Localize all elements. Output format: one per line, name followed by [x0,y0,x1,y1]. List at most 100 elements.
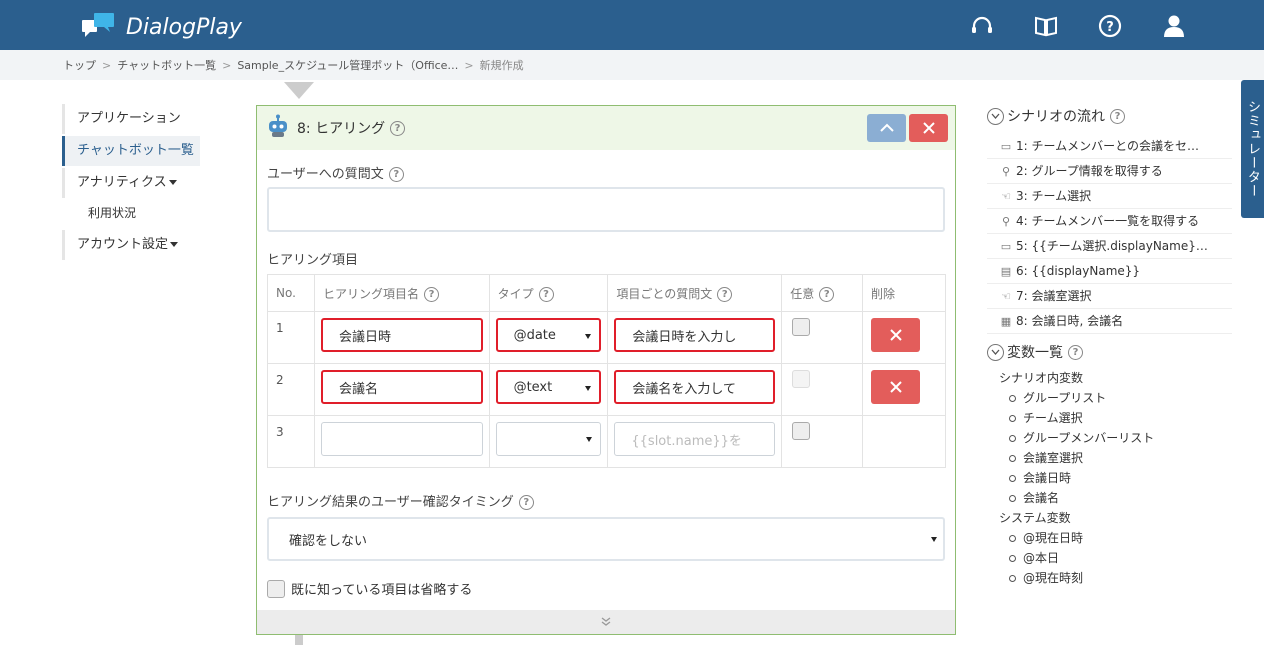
flow-item-label: 7: 会議室選択 [1016,289,1092,303]
nav-item-usage[interactable]: 利用状況 [62,200,200,228]
optional-checkbox[interactable] [792,422,811,440]
row-no: 2 [267,363,315,416]
help-icon[interactable]: ? [423,286,439,302]
row-no: 3 [267,415,315,468]
help-icon[interactable]: ? [390,120,406,136]
delete-node-button[interactable] [909,114,948,142]
clipboard-icon: ▤ [1000,265,1012,278]
list-item: @現在時刻 [987,568,1232,588]
flow-item-label: 1: チームメンバーとの会議をセ… [1016,139,1200,153]
confirm-timing-select[interactable]: 確認をしない [267,517,945,561]
cell-optional [781,415,864,468]
nav-item-label: アナリティクス [77,175,167,190]
help-icon[interactable]: ? [1097,13,1123,39]
caret-down-icon [168,180,177,185]
cell-type: @text [488,363,609,416]
caret-down-icon [170,242,179,247]
slot-question-input[interactable]: 会議日時を入力し [614,318,776,352]
collapse-button[interactable] [867,114,906,142]
flow-item[interactable]: ⚲ 2: グループ情報を取得する [987,159,1232,184]
table-row: 1 会議日時 @date 会議日時を入力し [267,311,946,364]
flow-item-label: 8: 会議日時, 会議名 [1016,314,1124,328]
system-vars-label: システム変数 [999,511,1071,525]
headset-icon[interactable] [969,13,995,39]
flow-item[interactable]: ☜ 3: チーム選択 [987,184,1232,209]
help-icon[interactable]: ? [819,286,835,302]
flow-item[interactable]: ▦ 8: 会議日時, 会議名 [987,309,1232,334]
cell-question: 会議名を入力して [607,363,783,416]
book-icon[interactable] [1033,13,1059,39]
list-item: グループメンバーリスト [987,428,1232,448]
slot-type-select[interactable]: @date [495,318,602,352]
col-optional: 任意? [781,274,864,312]
breadcrumb-bot[interactable]: Sample_スケジュール管理ボット（Office… [237,57,458,73]
slot-name-input[interactable] [320,422,483,456]
slot-question-input[interactable]: {{slot.name}}を [614,422,776,456]
nav-item-account-settings[interactable]: アカウント設定 [62,230,200,260]
cell-question: 会議日時を入力し [607,311,783,364]
help-icon[interactable]: ? [1068,344,1083,360]
flow-item[interactable]: ⚲ 4: チームメンバー一覧を取得する [987,209,1232,234]
dropdown-arrow-icon [585,386,592,391]
expand-button[interactable] [257,610,955,634]
list-item: 会議室選択 [987,448,1232,468]
cell-name: 会議日時 [313,311,490,364]
flow-item[interactable]: ▤ 6: {{displayName}} [987,259,1232,284]
confirm-label-text: ヒアリング結果のユーザー確認タイミング [267,495,514,510]
breadcrumb-top[interactable]: トップ [63,57,96,73]
logo[interactable]: DialogPlay [82,12,242,42]
link-icon: ⚲ [1001,215,1011,228]
skip-known-checkbox[interactable] [267,579,285,598]
slot-name-input[interactable]: 会議名 [320,370,483,404]
skip-known-option[interactable]: 既に知っている項目は省略する [267,579,472,598]
flow-item-label: 5: {{チーム選択.displayName}… [1016,239,1208,253]
optional-checkbox[interactable] [792,370,811,388]
cell-type: @date [488,311,609,364]
vars-section-title[interactable]: 変数一覧? [987,340,1232,364]
delete-row-button[interactable] [871,318,921,352]
confirm-timing-value: 確認をしない [289,533,368,549]
slot-question-input[interactable]: 会議名を入力して [614,370,776,404]
flow-item[interactable]: ▭ 1: チームメンバーとの会議をセ… [987,134,1232,159]
flow-item[interactable]: ☜ 7: 会議室選択 [987,284,1232,309]
breadcrumb-chatbot-list[interactable]: チャットボット一覧 [117,57,216,73]
list-item: グループリスト [987,388,1232,408]
flow-item-label: 3: チーム選択 [1016,189,1092,203]
cell-optional [781,363,864,416]
col-type: タイプ? [488,274,609,312]
cell-question: {{slot.name}}を [607,415,783,468]
slot-type-select[interactable] [495,422,602,456]
table-row: 2 会議名 @text 会議名を入力して [267,363,946,416]
breadcrumb-separator: > [102,58,112,72]
nav-item-label: アカウント設定 [77,237,169,252]
form-icon: ▦ [1000,315,1012,328]
slot-type-select[interactable]: @text [495,370,602,404]
dropdown-arrow-icon [931,537,937,542]
nav-item-analytics[interactable]: アナリティクス [62,168,200,198]
question-label: ユーザーへの質問文? [267,163,404,182]
help-icon[interactable]: ? [538,286,554,302]
list-item: チーム選択 [987,408,1232,428]
simulator-tab[interactable]: シミュレーター [1241,80,1264,218]
user-icon[interactable] [1161,13,1187,39]
link-icon: ⚲ [1001,165,1011,178]
list-item: 会議日時 [987,468,1232,488]
flow-section-title[interactable]: シナリオの流れ? [987,104,1232,128]
optional-checkbox[interactable] [792,318,811,336]
help-icon[interactable]: ? [518,495,534,510]
help-icon[interactable]: ? [1110,108,1125,124]
delete-row-button[interactable] [871,370,921,404]
help-icon[interactable]: ? [717,286,733,302]
cell-type [488,415,609,468]
speech-icon: ▭ [1000,140,1012,153]
nav-item-application[interactable]: アプリケーション [62,104,200,134]
items-label: ヒアリング項目 [267,253,359,268]
nav-item-chatbot-list[interactable]: チャットボット一覧 [62,136,200,166]
question-input[interactable] [267,187,945,232]
table-row: 3 {{slot.name}}を [267,415,946,468]
slot-type-value: @text [513,379,553,395]
slot-name-input[interactable]: 会議日時 [320,318,483,352]
flow-item[interactable]: ▭ 5: {{チーム選択.displayName}… [987,234,1232,259]
col-optional-text: 任意 [790,286,815,301]
help-icon[interactable]: ? [388,167,404,182]
